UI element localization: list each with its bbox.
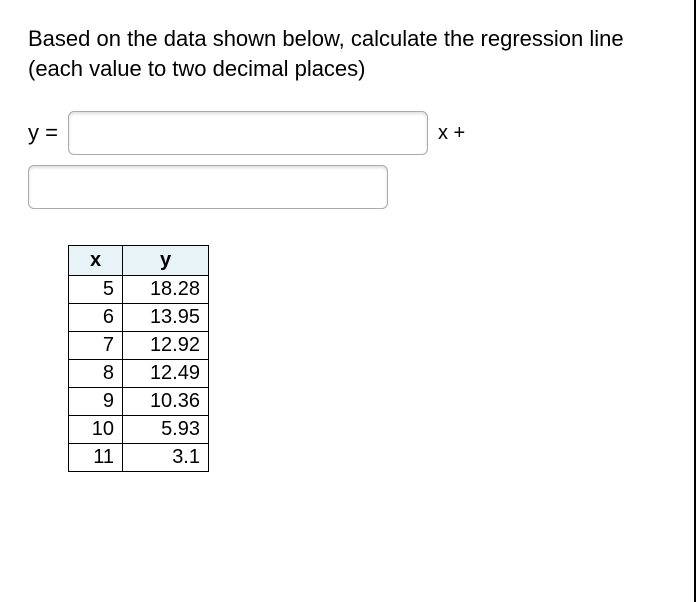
header-y: y: [123, 246, 209, 276]
cell-y: 5.93: [123, 416, 209, 444]
table-row: 518.28: [69, 276, 209, 304]
equation-intercept-row: [28, 165, 672, 209]
cell-y: 12.92: [123, 332, 209, 360]
table-row: 113.1: [69, 444, 209, 472]
cell-x: 9: [69, 388, 123, 416]
table-row: 105.93: [69, 416, 209, 444]
cell-x: 5: [69, 276, 123, 304]
cell-y: 12.49: [123, 360, 209, 388]
data-table: x y 518.28613.95712.92812.49910.36105.93…: [68, 245, 209, 472]
cell-x: 7: [69, 332, 123, 360]
cell-x: 6: [69, 304, 123, 332]
equation-slope-row: y = x +: [28, 111, 672, 155]
table-row: 613.95: [69, 304, 209, 332]
cell-x: 10: [69, 416, 123, 444]
x-plus-label: x +: [438, 122, 465, 145]
page-right-border: [694, 0, 696, 602]
table-row: 910.36: [69, 388, 209, 416]
header-x: x: [69, 246, 123, 276]
y-equals-label: y =: [28, 120, 58, 146]
cell-y: 18.28: [123, 276, 209, 304]
table-row: 812.49: [69, 360, 209, 388]
cell-y: 10.36: [123, 388, 209, 416]
table-header-row: x y: [69, 246, 209, 276]
intercept-input[interactable]: [28, 165, 388, 209]
cell-y: 13.95: [123, 304, 209, 332]
cell-y: 3.1: [123, 444, 209, 472]
cell-x: 11: [69, 444, 123, 472]
cell-x: 8: [69, 360, 123, 388]
slope-input[interactable]: [68, 111, 428, 155]
question-prompt: Based on the data shown below, calculate…: [28, 24, 668, 83]
table-row: 712.92: [69, 332, 209, 360]
